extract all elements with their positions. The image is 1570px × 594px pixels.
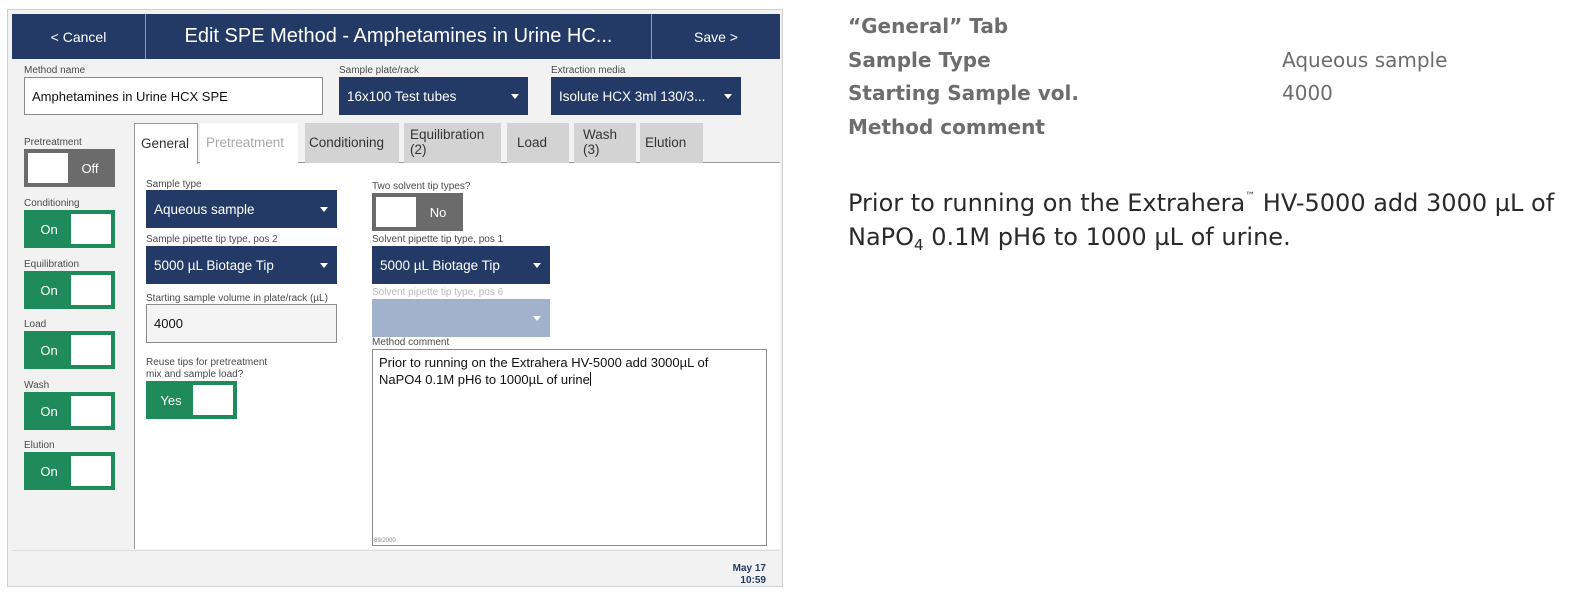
solvent-tip-6-label: Solvent pipette tip type, pos 6 [372,287,504,298]
header-bar: < Cancel Edit SPE Method - Amphetamines … [12,14,780,59]
toggle-knob [376,197,416,227]
toggle-knob [28,153,68,183]
chevron-down-icon [533,316,541,321]
tab-label: Wash [583,127,618,143]
comment-line-1: Prior to running on the Extrahera HV-500… [379,355,709,370]
toggle-knob [71,456,111,486]
notes-key-sample-type: Sample Type [848,48,991,72]
toggle-knob [193,385,233,415]
tab-conditioning[interactable]: Conditioning [305,123,399,163]
para-part-1: Prior to running on the Extrahera [848,189,1246,217]
sample-type-select[interactable]: Aqueous sample [146,190,337,228]
two-solvent-label: Two solvent tip types? [372,181,471,192]
character-counter: 89/2000 [374,538,396,544]
subscript-4: 4 [914,236,924,254]
tab-elution[interactable]: Elution [640,123,703,163]
tab-load[interactable]: Load [507,123,569,163]
load-toggle[interactable]: On [24,331,115,369]
toggle-state: Off [81,160,99,176]
tab-equilibration[interactable]: Equilibration (2) [404,123,501,163]
toggle-state: On [40,282,58,298]
sample-type-value: Aqueous sample [154,201,255,217]
toggle-state: On [40,463,58,479]
time-text: 10:59 [740,575,766,586]
chevron-down-icon [511,94,519,99]
starting-volume-input[interactable]: 4000 [146,304,337,343]
chevron-down-icon [533,263,541,268]
elution-toggle-label: Elution [24,440,55,451]
conditioning-toggle[interactable]: On [24,210,115,248]
sample-plate-label: Sample plate/rack [339,65,420,76]
pretreatment-toggle-label: Pretreatment [24,137,82,148]
load-toggle-label: Load [24,319,47,330]
chevron-down-icon [724,94,732,99]
tab-count: (2) [410,142,427,157]
toggle-state: No [429,204,447,220]
text-cursor-icon [589,372,591,386]
toggle-knob [71,335,111,365]
save-button[interactable]: Save > [651,14,780,59]
equilibration-toggle[interactable]: On [24,271,115,309]
method-comment-textarea[interactable]: Prior to running on the Extrahera HV-500… [372,349,767,546]
elution-toggle[interactable]: On [24,452,115,490]
tab-label: Equilibration [410,127,485,143]
extraction-media-value: Isolute HCX 3ml 130/3... [559,88,706,104]
notes-key-starting-volume: Starting Sample vol. [848,81,1079,105]
toggle-state: On [40,403,58,419]
toggle-knob [71,275,111,305]
page-title: Edit SPE Method - Amphetamines in Urine … [184,25,613,47]
reuse-tips-label-2: mix and sample load? [146,369,244,380]
toggle-knob [71,396,111,426]
sample-tip-select[interactable]: 5000 µL Biotage Tip [146,246,337,284]
chevron-down-icon [320,207,328,212]
notes-heading: “General” Tab [848,14,1009,38]
sample-tip-value: 5000 µL Biotage Tip [154,257,274,273]
notes-comment-paragraph: Prior to running on the Extrahera™ HV-50… [848,180,1563,262]
sample-plate-value: 16x100 Test tubes [347,88,457,104]
trademark-symbol: ™ [1245,191,1256,202]
starting-volume-label: Starting sample volume in plate/rack (µL… [146,293,328,304]
clock: May 17 10:59 [732,563,766,586]
para-part-3: 0.1M pH6 to 1000 µL of urine. [923,223,1291,251]
extraction-media-select[interactable]: Isolute HCX 3ml 130/3... [551,77,741,115]
wash-toggle[interactable]: On [24,392,115,430]
toggle-knob [71,214,111,244]
tab-general[interactable]: General [134,123,198,164]
solvent-tip-1-value: 5000 µL Biotage Tip [380,257,500,273]
reuse-tips-toggle[interactable]: Yes [146,381,237,419]
tab-count: (3) [583,142,600,157]
equilibration-toggle-label: Equilibration [24,259,80,270]
toggle-state: On [40,221,58,237]
app-window: < Cancel Edit SPE Method - Amphetamines … [7,9,783,587]
notes-key-method-comment: Method comment [848,115,1045,139]
solvent-tip-1-label: Solvent pipette tip type, pos 1 [372,234,504,245]
sample-tip-label: Sample pipette tip type, pos 2 [146,234,278,245]
comment-line-2: NaPO4 0.1M pH6 to 1000µL of urine [379,371,760,388]
two-solvent-toggle[interactable]: No [372,193,463,231]
pretreatment-toggle[interactable]: Off [24,149,115,187]
notes-value-sample-type: Aqueous sample [1282,48,1448,72]
method-name-input[interactable]: Amphetamines in Urine HCX SPE [24,77,323,115]
wash-toggle-label: Wash [24,380,50,391]
status-bar: May 17 10:59 [12,550,780,586]
method-comment-label: Method comment [372,337,450,348]
solvent-tip-6-select [372,299,550,337]
chevron-down-icon [320,263,328,268]
extraction-media-label: Extraction media [551,65,626,76]
method-name-label: Method name [24,65,86,76]
notes-value-starting-volume: 4000 [1282,81,1333,105]
cancel-button[interactable]: < Cancel [12,14,146,59]
date-text: May 17 [732,563,766,574]
conditioning-toggle-label: Conditioning [24,198,80,209]
tab-pretreatment[interactable]: Pretreatment [200,123,298,163]
comment-line-2-text: NaPO4 0.1M pH6 to 1000µL of urine [379,372,590,387]
tab-wash[interactable]: Wash (3) [574,123,636,163]
toggle-state: On [40,342,58,358]
reuse-tips-label-1: Reuse tips for pretreatment [146,357,268,368]
sample-type-label: Sample type [146,179,202,190]
sample-plate-select[interactable]: 16x100 Test tubes [339,77,528,115]
toggle-state: Yes [160,392,182,408]
solvent-tip-1-select[interactable]: 5000 µL Biotage Tip [372,246,550,284]
